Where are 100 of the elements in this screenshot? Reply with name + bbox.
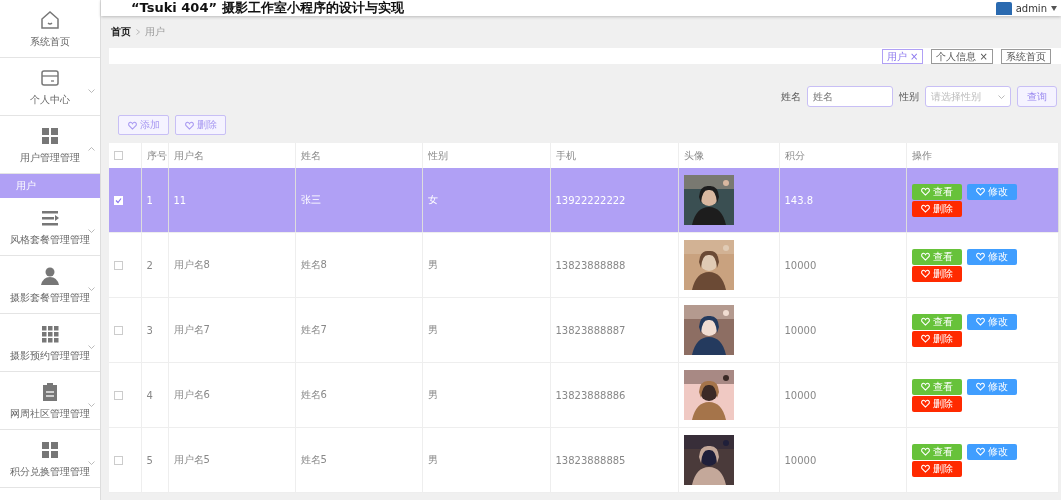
table-cell: 2 — [141, 232, 168, 298]
row-button[interactable]: 修改 — [966, 183, 1017, 200]
row-button[interactable]: 删除 — [911, 395, 962, 412]
chevron-icon — [88, 287, 95, 291]
sidebar-label: 个人中心 — [30, 92, 70, 107]
sidebar-item[interactable]: 系统首页 — [0, 0, 100, 58]
table-cell: 10000 — [779, 427, 906, 493]
table-cell: 姓名7 — [295, 297, 422, 363]
table-row[interactable]: 4 用户名6 姓名6 男 13823888886 10000 查看 修改 删除 — [109, 362, 1059, 428]
action-button[interactable]: 删除 — [175, 115, 226, 135]
chevron-icon — [88, 461, 95, 465]
heart-icon — [184, 120, 194, 130]
home-icon — [39, 8, 61, 31]
row-button[interactable]: 查看 — [911, 248, 962, 265]
tab[interactable]: 个人信息 × — [931, 48, 993, 64]
row-button[interactable]: 查看 — [911, 313, 962, 330]
sidebar-item[interactable]: 网周社区管理管理 — [0, 372, 100, 430]
table-cell: 13823888886 — [550, 362, 678, 428]
row-button[interactable]: 删除 — [911, 330, 962, 347]
search-button[interactable]: 查询 — [1017, 86, 1057, 107]
table-cell: 13823888885 — [550, 427, 678, 493]
chevron-icon — [998, 94, 1005, 99]
table-cell: 男 — [422, 362, 550, 428]
table-cell: 11 — [168, 168, 295, 233]
table-cell: 3 — [141, 297, 168, 363]
table-cell: 4 — [141, 362, 168, 428]
table-cell: 姓名6 — [295, 362, 422, 428]
table-cell: 姓名5 — [295, 427, 422, 493]
chevron-icon — [88, 345, 95, 349]
checkbox[interactable] — [114, 390, 123, 400]
user-name[interactable]: admin — [1015, 2, 1047, 14]
sidebar-label: 摄影套餐管理管理 — [10, 290, 90, 305]
row-button[interactable]: 修改 — [966, 378, 1017, 395]
table-cell: 13823888887 — [550, 297, 678, 363]
sidebar-label: 网周社区管理管理 — [10, 406, 90, 421]
table-row[interactable]: 1 11 张三 女 13922222222 143.8 查看 修改 删除 — [109, 168, 1059, 233]
heart-icon — [975, 187, 985, 196]
sidebar-label: 风格套餐管理管理 — [10, 232, 90, 247]
row-button[interactable]: 删除 — [911, 460, 962, 477]
field-label: 姓名 — [781, 89, 801, 104]
row-button[interactable]: 查看 — [911, 378, 962, 395]
table-cell: 男 — [422, 232, 550, 298]
row-button[interactable]: 查看 — [911, 183, 962, 200]
heart-icon — [975, 382, 985, 391]
table-cell: 1 — [141, 168, 168, 233]
name-field[interactable]: 姓名 — [807, 86, 893, 107]
tab[interactable]: 用户 × — [881, 48, 924, 64]
table-cell: 143.8 — [779, 168, 906, 233]
table-cell: 10000 — [779, 362, 906, 428]
table-row[interactable]: 2 用户名8 姓名8 男 13823888888 10000 查看 修改 删除 — [109, 232, 1059, 298]
heart-icon — [975, 252, 985, 261]
field-label: 性别 — [899, 89, 919, 104]
row-button[interactable]: 修改 — [966, 313, 1017, 330]
checkbox[interactable] — [114, 151, 123, 160]
row-button[interactable]: 查看 — [911, 443, 962, 460]
row-button[interactable]: 修改 — [966, 248, 1017, 265]
heart-icon — [127, 120, 137, 130]
row-button[interactable]: 删除 — [911, 200, 962, 217]
checkbox[interactable] — [114, 455, 123, 465]
table-row[interactable]: 3 用户名7 姓名7 男 13823888887 10000 查看 修改 删除 — [109, 297, 1059, 363]
table-cell: 5 — [141, 427, 168, 493]
chevron-icon — [88, 229, 95, 233]
table-cell: 男 — [422, 297, 550, 363]
table-cell: 用户名8 — [168, 232, 295, 298]
sidebar-label: 积分兑换管理管理 — [10, 464, 90, 479]
table-cell: 男 — [422, 427, 550, 493]
sidebar-label: 用户管理管理 — [20, 150, 80, 165]
table-cell: 用户名7 — [168, 297, 295, 363]
sidebar-item[interactable]: 个人中心 — [0, 58, 100, 116]
heart-icon — [975, 317, 985, 326]
breadcrumb-item[interactable]: 首页 — [111, 25, 131, 39]
separator-icon — [136, 29, 140, 35]
chevron-icon — [88, 147, 95, 151]
tab[interactable]: 系统首页 — [1001, 48, 1051, 64]
table-cell: 用户名6 — [168, 362, 295, 428]
submenu-item[interactable]: 用户 — [0, 174, 100, 198]
table-cell: 13823888888 — [550, 232, 678, 298]
sidebar-item[interactable]: 摄影预约管理管理 — [0, 314, 100, 372]
table-cell: 姓名8 — [295, 232, 422, 298]
heart-icon — [975, 447, 985, 456]
chevron-icon — [88, 403, 95, 407]
table-row[interactable]: 5 用户名5 姓名5 男 13823888885 10000 查看 修改 删除 — [109, 427, 1059, 493]
sidebar-item[interactable]: 积分兑换管理管理 — [0, 430, 100, 488]
table-cell: 13922222222 — [550, 168, 678, 233]
checkbox[interactable] — [114, 260, 123, 270]
table-cell: 张三 — [295, 168, 422, 233]
breadcrumb-item: 用户 — [145, 25, 165, 39]
table-cell: 用户名5 — [168, 427, 295, 493]
caret-icon — [1051, 5, 1057, 11]
row-button[interactable]: 修改 — [966, 443, 1017, 460]
row-button[interactable]: 删除 — [911, 265, 962, 282]
sidebar-label: 摄影预约管理管理 — [10, 348, 90, 363]
checkbox[interactable] — [114, 325, 123, 335]
chevron-icon — [88, 89, 95, 93]
sidebar-item[interactable]: 摄影套餐管理管理 — [0, 256, 100, 314]
table-cell: 10000 — [779, 232, 906, 298]
sidebar-item[interactable]: 风格套餐管理管理 — [0, 198, 100, 256]
sidebar-label: 系统首页 — [30, 34, 70, 49]
table-cell: 10000 — [779, 297, 906, 363]
action-button[interactable]: 添加 — [118, 115, 169, 135]
